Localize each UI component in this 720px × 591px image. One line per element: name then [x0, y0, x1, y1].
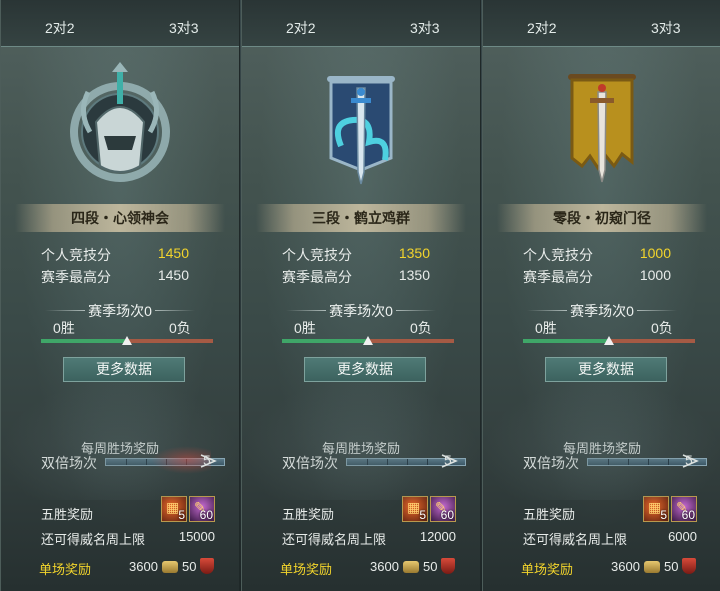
single-coins-value: 3600: [129, 559, 158, 574]
personal-score-label: 个人竞技分: [523, 247, 593, 263]
rank-title: 四段・心领神会: [15, 204, 225, 232]
five-win-reward-label: 五胜奖励: [523, 507, 576, 522]
coin-icon: [162, 561, 178, 573]
prestige-cap-label: 还可得威名周上限: [523, 532, 628, 547]
five-win-reward-label: 五胜奖励: [41, 507, 94, 522]
prestige-cap-label: 还可得威名周上限: [282, 532, 387, 547]
season-high-label: 赛季最高分: [282, 269, 352, 285]
double-matches-label: 双倍场次: [523, 455, 579, 471]
divider: [637, 310, 677, 311]
prestige-cap-value: 6000: [668, 529, 697, 544]
item-count: 60: [681, 508, 695, 522]
ratio-marker-icon: [363, 336, 373, 345]
prestige-cap-value: 15000: [178, 529, 215, 544]
personal-score-value: 1000: [639, 245, 671, 261]
item-count: 5: [660, 508, 667, 522]
honor-shield-icon: [441, 558, 455, 574]
mode-tab-row: 2对2 3对3: [242, 0, 480, 47]
item-count: 5: [419, 508, 426, 522]
season-matches: 赛季场次0: [329, 303, 393, 319]
reward-scroll-item[interactable]: ✎ 60: [671, 496, 697, 522]
rank-title: 零段・初窥门径: [497, 204, 707, 232]
double-matches-count: 5: [203, 452, 211, 468]
crane-sword-banner-icon: [301, 62, 421, 192]
five-win-reward-label: 五胜奖励: [282, 507, 335, 522]
double-matches-label: 双倍场次: [282, 455, 338, 471]
season-high-label: 赛季最高分: [41, 269, 111, 285]
tab-2v2[interactable]: 2对2: [45, 18, 75, 38]
win-loss-bar: [41, 336, 213, 345]
prestige-cap-label: 还可得威名周上限: [41, 532, 146, 547]
item-count: 60: [199, 508, 213, 522]
single-honor-value: 50: [182, 559, 197, 574]
single-honor-value: 50: [423, 559, 438, 574]
prestige-cap-value: 12000: [419, 529, 456, 544]
coin-icon: [403, 561, 419, 573]
losses-count: 0负: [410, 320, 432, 336]
personal-score-value: 1350: [398, 245, 430, 261]
more-data-button[interactable]: 更多数据: [545, 357, 667, 382]
wins-count: 0胜: [53, 320, 75, 336]
single-coins-value: 3600: [370, 559, 399, 574]
season-matches: 赛季场次0: [570, 303, 634, 319]
rank-title: 三段・鹤立鸡群: [256, 204, 466, 232]
divider: [396, 310, 436, 311]
single-coins-value: 3600: [611, 559, 640, 574]
ratio-marker-icon: [122, 336, 132, 345]
item-count: 5: [178, 508, 185, 522]
tab-3v3[interactable]: 3对3: [410, 18, 440, 38]
ratio-marker-icon: [604, 336, 614, 345]
tab-3v3[interactable]: 3对3: [651, 18, 681, 38]
more-data-button[interactable]: 更多数据: [304, 357, 426, 382]
single-match-reward-label: 单场奖励: [280, 562, 333, 577]
wins-count: 0胜: [294, 320, 316, 336]
tab-3v3[interactable]: 3对3: [169, 18, 199, 38]
losses-count: 0负: [169, 320, 191, 336]
single-honor-value: 50: [664, 559, 679, 574]
season-high-value: 1350: [398, 267, 430, 283]
reward-chest-item[interactable]: ▦ 5: [161, 496, 187, 522]
reward-scroll-item[interactable]: ✎ 60: [189, 496, 215, 522]
mode-tab-row: 2对2 3对3: [1, 0, 239, 47]
personal-score-value: 1450: [157, 245, 189, 261]
double-matches-count: 5: [685, 452, 693, 468]
reward-chest-item[interactable]: ▦ 5: [643, 496, 669, 522]
rank-panel-1: 2对2 3对3 四段・心领神会 个人竞技分 1450 赛季最高分 1450 赛季…: [0, 0, 240, 591]
coin-icon: [644, 561, 660, 573]
season-high-value: 1000: [639, 267, 671, 283]
divider: [155, 310, 195, 311]
sword-banner-icon: [542, 62, 662, 192]
more-data-button[interactable]: 更多数据: [63, 357, 185, 382]
rank-panel-2: 2对2 3对3 三段・鹤立鸡群 个人竞技分 1350 赛季最高分 1350 赛季…: [241, 0, 481, 591]
season-matches: 赛季场次0: [88, 303, 152, 319]
season-high-label: 赛季最高分: [523, 269, 593, 285]
mode-tab-row: 2对2 3对3: [483, 0, 720, 47]
tab-2v2[interactable]: 2对2: [286, 18, 316, 38]
tab-2v2[interactable]: 2对2: [527, 18, 557, 38]
double-matches-label: 双倍场次: [41, 455, 97, 471]
single-match-reward-label: 单场奖励: [521, 562, 574, 577]
single-match-reward-label: 单场奖励: [39, 562, 92, 577]
reward-scroll-item[interactable]: ✎ 60: [430, 496, 456, 522]
item-count: 60: [440, 508, 454, 522]
rank-panel-3: 2对2 3对3 零段・初窥门径 个人竞技分 1000 赛季最高分 1000 赛季…: [482, 0, 720, 591]
personal-score-label: 个人竞技分: [41, 247, 111, 263]
season-high-value: 1450: [157, 267, 189, 283]
personal-score-label: 个人竞技分: [282, 247, 352, 263]
double-matches-count: 5: [444, 452, 452, 468]
honor-shield-icon: [682, 558, 696, 574]
reward-chest-item[interactable]: ▦ 5: [402, 496, 428, 522]
wins-count: 0胜: [535, 320, 557, 336]
losses-count: 0负: [651, 320, 673, 336]
win-loss-bar: [523, 336, 695, 345]
win-loss-bar: [282, 336, 454, 345]
knight-helmet-icon: [60, 62, 180, 192]
honor-shield-icon: [200, 558, 214, 574]
